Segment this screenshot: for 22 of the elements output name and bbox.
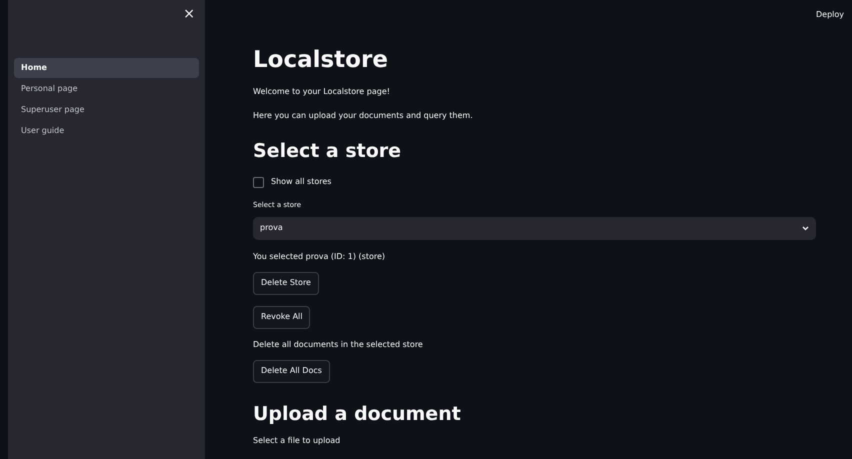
intro-text: Here you can upload your documents and query them. — [253, 110, 474, 122]
intro-text: Welcome to your Localstore page! — [253, 86, 391, 98]
nav-item[interactable]: Home — [14, 58, 199, 78]
dropdown-value: prova — [260, 222, 283, 234]
deploy-button[interactable]: Deploy — [816, 9, 844, 21]
nav-item[interactable]: User guide — [14, 121, 199, 141]
checkbox[interactable] — [253, 176, 264, 188]
checkbox-label: Show all stores — [271, 176, 332, 188]
action-button[interactable]: Delete Store — [253, 272, 319, 294]
action-button[interactable]: Delete All Docs — [253, 360, 330, 382]
selection-text: You selected prova (ID: 1) (store) — [253, 250, 386, 262]
page-title: Localstore — [253, 46, 389, 75]
section-heading: Select a store — [253, 139, 402, 164]
section-heading: Upload a document — [253, 402, 462, 426]
field-label: Select a file to upload — [253, 434, 342, 446]
action-button[interactable]: Revoke All — [253, 306, 310, 328]
info-text: Delete all documents in the selected store — [253, 338, 424, 350]
chevron-down-icon — [802, 226, 809, 230]
nav-item[interactable]: Personal page — [14, 79, 199, 99]
nav-item[interactable]: Superuser page — [14, 100, 199, 120]
close-button[interactable]: × — [183, 6, 195, 22]
store-dropdown[interactable]: prova — [253, 216, 816, 240]
